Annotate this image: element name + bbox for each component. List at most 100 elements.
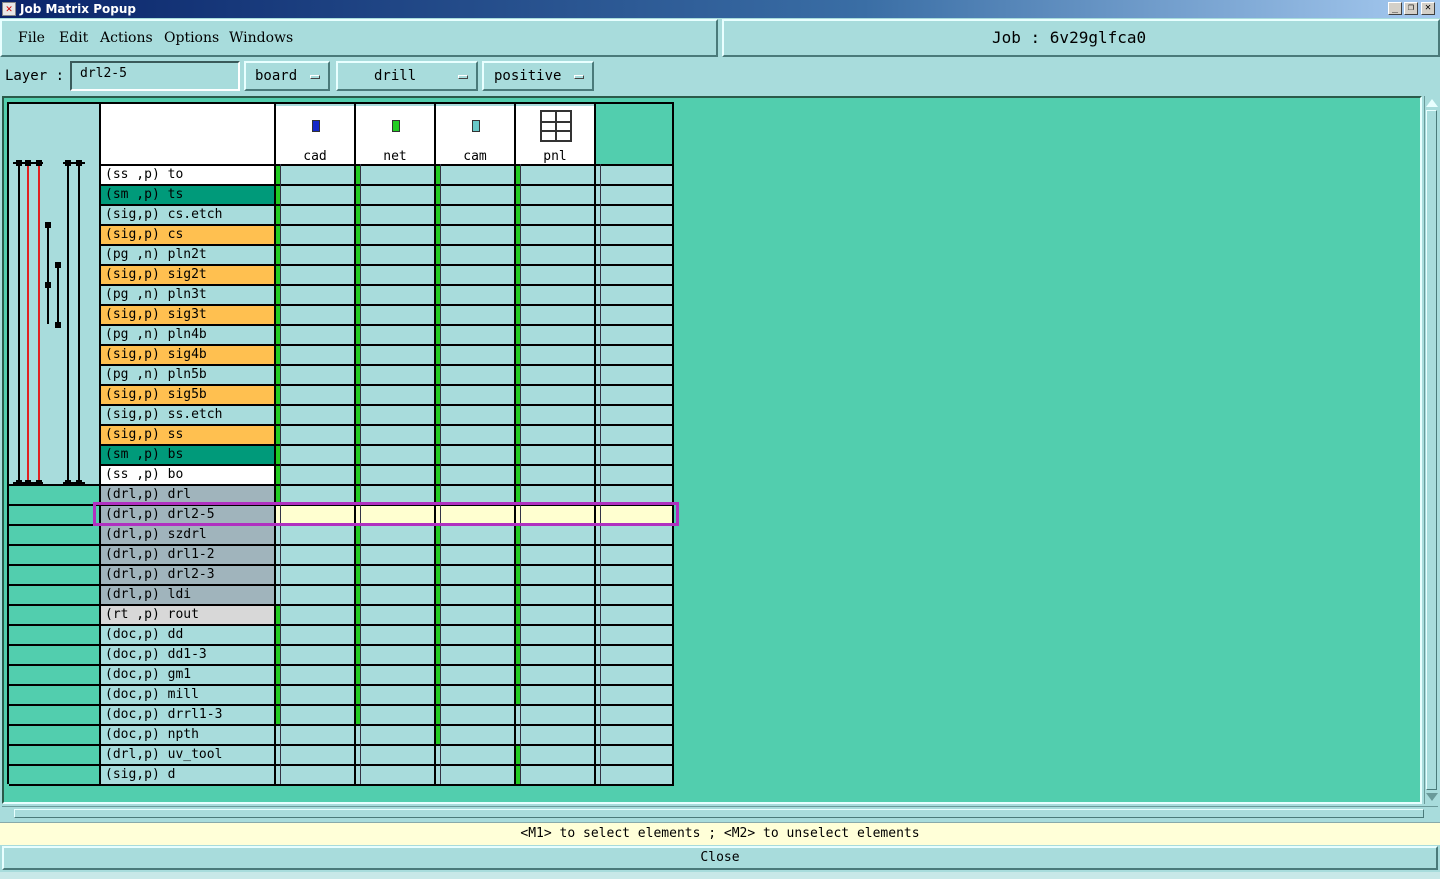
matrix-cell[interactable] [356, 666, 434, 684]
layer-row-label[interactable]: (drl,p) uv_tool [101, 745, 274, 764]
layer-row-label[interactable]: (sig,p) sig4b [101, 345, 274, 364]
matrix-cell[interactable] [436, 526, 514, 544]
matrix-cell[interactable] [436, 266, 514, 284]
matrix-cell[interactable] [596, 526, 672, 544]
layer-row-label[interactable]: (pg ,n) pln2t [101, 245, 274, 264]
matrix-cell[interactable] [436, 366, 514, 384]
matrix-cell[interactable] [356, 686, 434, 704]
matrix-cell[interactable] [436, 546, 514, 564]
matrix-cell[interactable] [436, 226, 514, 244]
scroll-up-icon[interactable] [1426, 99, 1438, 107]
matrix-cell[interactable] [436, 766, 514, 784]
layer-row-label[interactable]: (sig,p) ss.etch [101, 405, 274, 424]
layer-row-label[interactable]: (doc,p) gm1 [101, 665, 274, 684]
layer-row-label[interactable]: (pg ,n) pln4b [101, 325, 274, 344]
matrix-cell[interactable] [276, 626, 354, 644]
matrix-cell[interactable] [276, 566, 354, 584]
matrix-cell[interactable] [596, 206, 672, 224]
matrix-cell[interactable] [516, 686, 594, 704]
layer-row-label[interactable]: (ss ,p) to [101, 165, 274, 184]
matrix-cell[interactable] [436, 346, 514, 364]
close-window-button[interactable]: ✕ [1421, 2, 1435, 15]
matrix-cell[interactable] [356, 206, 434, 224]
matrix-cell[interactable] [356, 586, 434, 604]
matrix-cell[interactable] [596, 226, 672, 244]
matrix-cell[interactable] [596, 466, 672, 484]
matrix-cell[interactable] [436, 586, 514, 604]
matrix-cell[interactable] [516, 746, 594, 764]
matrix-cell[interactable] [516, 466, 594, 484]
matrix-cell[interactable] [276, 746, 354, 764]
matrix-cell[interactable] [436, 286, 514, 304]
matrix-cell[interactable] [596, 766, 672, 784]
matrix-cell[interactable] [276, 426, 354, 444]
matrix-cell[interactable] [436, 746, 514, 764]
matrix-cell[interactable] [436, 206, 514, 224]
matrix-cell[interactable] [596, 746, 672, 764]
matrix-cell[interactable] [516, 606, 594, 624]
matrix-cell[interactable] [436, 246, 514, 264]
matrix-cell[interactable] [516, 326, 594, 344]
matrix-cell[interactable] [596, 266, 672, 284]
matrix-cell[interactable] [516, 266, 594, 284]
matrix-cell[interactable] [436, 326, 514, 344]
matrix-cell[interactable] [516, 586, 594, 604]
type-dropdown[interactable]: drill [336, 61, 478, 91]
matrix-cell[interactable] [516, 446, 594, 464]
layer-row-label[interactable]: (doc,p) drrl1-3 [101, 705, 274, 724]
matrix-cell[interactable] [276, 186, 354, 204]
layer-row-label[interactable]: (drl,p) szdrl [101, 525, 274, 544]
matrix-cell[interactable] [436, 646, 514, 664]
matrix-cell[interactable] [516, 726, 594, 744]
matrix-cell[interactable] [436, 426, 514, 444]
matrix-cell[interactable] [276, 266, 354, 284]
matrix-cell[interactable] [276, 326, 354, 344]
layer-row-label[interactable]: (pg ,n) pln5b [101, 365, 274, 384]
matrix-cell[interactable] [436, 446, 514, 464]
matrix-cell[interactable] [516, 386, 594, 404]
matrix-cell[interactable] [276, 246, 354, 264]
layer-row-label[interactable]: (doc,p) mill [101, 685, 274, 704]
matrix-cell[interactable] [276, 166, 354, 184]
context-dropdown[interactable]: board [244, 61, 330, 91]
matrix-cell[interactable] [596, 646, 672, 664]
layer-row-label[interactable]: (drl,p) drl2-3 [101, 565, 274, 584]
layer-row-label[interactable]: (sig,p) cs.etch [101, 205, 274, 224]
matrix-cell[interactable] [356, 226, 434, 244]
matrix-cell[interactable] [276, 286, 354, 304]
layer-row-label[interactable]: (drl,p) ldi [101, 585, 274, 604]
matrix-cell[interactable] [516, 566, 594, 584]
maximize-button[interactable]: ❐ [1404, 2, 1418, 15]
matrix-cell[interactable] [516, 526, 594, 544]
matrix-cell[interactable] [356, 706, 434, 724]
step-column-cam[interactable]: cam [436, 106, 514, 164]
matrix-cell[interactable] [356, 526, 434, 544]
matrix-cell[interactable] [516, 346, 594, 364]
matrix-cell[interactable] [356, 766, 434, 784]
matrix-cell[interactable] [356, 186, 434, 204]
matrix-cell[interactable] [276, 466, 354, 484]
matrix-cell[interactable] [516, 646, 594, 664]
menu-file[interactable]: File [18, 30, 45, 46]
matrix-cell[interactable] [596, 306, 672, 324]
matrix-cell[interactable] [436, 306, 514, 324]
matrix-cell[interactable] [356, 266, 434, 284]
matrix-cell[interactable] [516, 706, 594, 724]
layer-name-field[interactable]: drl2-5 [70, 61, 240, 91]
layer-row-label[interactable]: (ss ,p) bo [101, 465, 274, 484]
matrix-cell[interactable] [356, 606, 434, 624]
matrix-cell[interactable] [516, 306, 594, 324]
matrix-cell[interactable] [276, 406, 354, 424]
matrix-cell[interactable] [516, 246, 594, 264]
matrix-cell[interactable] [276, 606, 354, 624]
matrix-cell[interactable] [276, 226, 354, 244]
matrix-cell[interactable] [596, 706, 672, 724]
layer-row-label[interactable]: (drl,p) drl1-2 [101, 545, 274, 564]
matrix-cell[interactable] [436, 706, 514, 724]
matrix-cell[interactable] [276, 206, 354, 224]
matrix-cell[interactable] [356, 466, 434, 484]
menu-edit[interactable]: Edit [59, 30, 88, 46]
layer-row-label[interactable]: (sig,p) d [101, 765, 274, 784]
layer-row-label[interactable]: (sig,p) sig5b [101, 385, 274, 404]
matrix-cell[interactable] [276, 366, 354, 384]
